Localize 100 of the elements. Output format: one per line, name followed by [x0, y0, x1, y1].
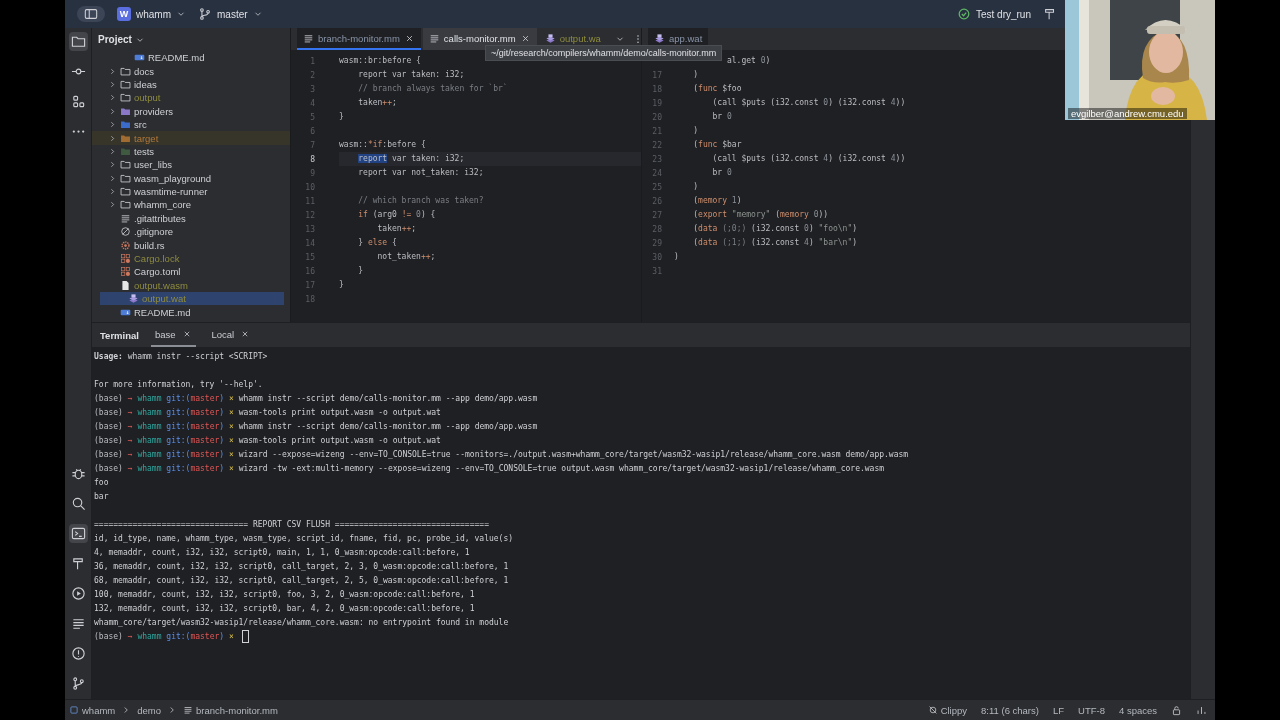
project-selector[interactable]: W whamm [117, 7, 186, 21]
line-number: 17 [304, 280, 315, 290]
code-line: } [357, 265, 364, 277]
folder-icon [120, 78, 131, 90]
tree-item[interactable]: ideas [92, 77, 290, 92]
folder-icon [120, 159, 131, 171]
chevron-right-icon[interactable] [108, 200, 117, 210]
breadcrumb[interactable]: branch-monitor.mm [183, 704, 278, 716]
terminal-line: (base) → whamm git:(master) × whamm instr --script demo/calls-monitor.mm --app demo/app.wasm [94, 421, 538, 431]
breadcrumb[interactable]: demo [137, 704, 162, 716]
terminal-icon[interactable] [68, 524, 88, 543]
folder-icon[interactable] [68, 32, 88, 51]
chevron-right-icon[interactable] [108, 187, 117, 197]
tree-item[interactable]: user_libs [92, 158, 290, 172]
code-line: wasm::br:before { [339, 55, 421, 67]
status-bar-item[interactable]: 8:11 (6 chars) [981, 704, 1039, 716]
code-line: report var taken: i32; [357, 69, 465, 81]
hammer-icon[interactable] [1043, 7, 1057, 21]
text-lines-icon [183, 705, 194, 715]
editor-tab[interactable]: branch-monitor.mm [297, 28, 421, 50]
code-line: } [339, 279, 344, 291]
line-number: 10 [304, 182, 315, 192]
status-bar-item[interactable]: LF [1052, 704, 1065, 716]
terminal-line: (base) → whamm git:(master) × wizard -tw -ext:multi-memory --expose=wizeng --env=TO_CONSOLE=true output.wasm whamm_core/target/wasm32-wasip1/release/whamm_core.wasm [94, 463, 885, 473]
tree-item[interactable]: wasm_playground [92, 171, 290, 185]
chart-icon[interactable] [1196, 704, 1207, 716]
chevron-right-icon[interactable] [108, 93, 117, 103]
panel-title: Terminal [100, 329, 139, 341]
panel-title[interactable]: Project [98, 34, 145, 45]
status-bar-item[interactable]: UTF-8 [1078, 704, 1105, 716]
line-number: 3 [309, 84, 315, 94]
tree-item[interactable]: output [92, 91, 290, 105]
tree-item[interactable]: .gitignore [92, 225, 290, 239]
line-number: 19 [651, 98, 662, 108]
panel-toggle-button[interactable] [77, 6, 105, 22]
project-badge: W [117, 7, 131, 21]
branch-icon [198, 7, 212, 21]
lock-icon[interactable] [1171, 704, 1182, 716]
terminal-line: (base) → whamm git:(master) × wizard --expose=wizeng --env=TO_CONSOLE=true --monitors=./output.wasm+whamm_core/target/wasm32-wasip1/release/whamm_core.wasm demo/app.wasm [94, 449, 909, 459]
line-number: 11 [304, 196, 315, 206]
chevron-right-icon[interactable] [108, 106, 117, 116]
tree-item[interactable]: wasmtime-runner [92, 184, 290, 199]
chevron-right-icon[interactable] [108, 79, 117, 89]
code-line: (call $puts (i32.const 0) (i32.const 4)) [711, 97, 906, 109]
line-number: 29 [651, 238, 662, 248]
code-line: br 0 [711, 111, 732, 123]
terminal-tab[interactable]: Local [207, 323, 255, 347]
terminal-line: 36, memaddr, count, i32, i32, script0, call_target, 2, 3, 0_wasm:opcode:call:before, 1 [94, 561, 509, 571]
stack-icon [128, 293, 139, 305]
tree-item[interactable]: build.rs [92, 238, 290, 252]
code-line: wasm::*if:before { [339, 139, 426, 151]
tree-item[interactable]: tests [92, 144, 290, 159]
path-tooltip: ~/git/research/compilers/whamm/demo/calls-monitor.mm [485, 45, 723, 61]
chevron-right-icon[interactable] [108, 133, 117, 143]
folder-icon [120, 119, 131, 131]
tree-item[interactable]: Cargo.lock [92, 251, 290, 266]
folder-icon [120, 105, 131, 117]
breadcrumb[interactable]: whamm [69, 704, 116, 716]
code-line: } [339, 111, 344, 123]
chevron-right-icon[interactable] [108, 160, 117, 170]
code-line: al.get 0) [725, 55, 771, 67]
folder-icon [120, 199, 131, 211]
tree-item[interactable]: Cargo.toml [92, 265, 290, 279]
ignore-icon [120, 226, 131, 238]
terminal-line: 132, memaddr, count, i32, i32, script0, bar, 4, 2, 0_wasm:opcode:call:before, 1 [94, 603, 475, 613]
tree-item[interactable]: README.md [92, 51, 290, 65]
terminal-tab[interactable]: base [150, 323, 196, 347]
folder-icon [120, 186, 131, 198]
chevron-right-icon[interactable] [108, 146, 117, 156]
terminal-line: (base) → whamm git:(master) × wasm-tools print output.wasm -o output.wat [94, 407, 441, 417]
line-number: 18 [651, 84, 662, 94]
run-configuration[interactable]: Test dry_run [956, 7, 1031, 21]
tree-item[interactable]: providers [92, 104, 290, 118]
tree-item[interactable]: output.wasm [92, 278, 290, 293]
chevron-right-icon[interactable] [108, 66, 117, 76]
line-number: 22 [651, 140, 662, 150]
stack-icon [654, 32, 665, 44]
code-line: report var not_taken: i32; [357, 167, 484, 179]
line-number: 8 [309, 154, 315, 164]
tree-item[interactable]: .gitattributes [92, 211, 290, 226]
line-number: 20 [651, 112, 662, 122]
code-line: (func $foo [692, 83, 742, 95]
line-number: 12 [304, 210, 315, 220]
folder-icon [120, 65, 131, 77]
chevron-right-icon[interactable] [108, 120, 117, 130]
tree-item[interactable]: README.md [92, 305, 290, 319]
gear-icon [120, 239, 131, 251]
line-number: 2 [309, 70, 315, 80]
editor-tab[interactable]: calls-monitor.mm [422, 28, 537, 50]
line-number: 7 [309, 140, 315, 150]
tree-item[interactable]: whamm_core [92, 198, 290, 212]
tree-item[interactable]: src [92, 117, 290, 132]
status-bar-item[interactable]: 4 spaces [1118, 704, 1157, 716]
terminal-line: Usage: whamm instr --script <SCRIPT> [94, 351, 268, 361]
tree-item[interactable]: docs [92, 64, 290, 78]
line-number: 4 [309, 98, 315, 108]
status-bar-item[interactable]: Clippy [927, 704, 968, 716]
branch-selector[interactable]: master [198, 7, 263, 21]
chevron-right-icon[interactable] [108, 173, 117, 183]
line-number: 16 [304, 266, 315, 276]
